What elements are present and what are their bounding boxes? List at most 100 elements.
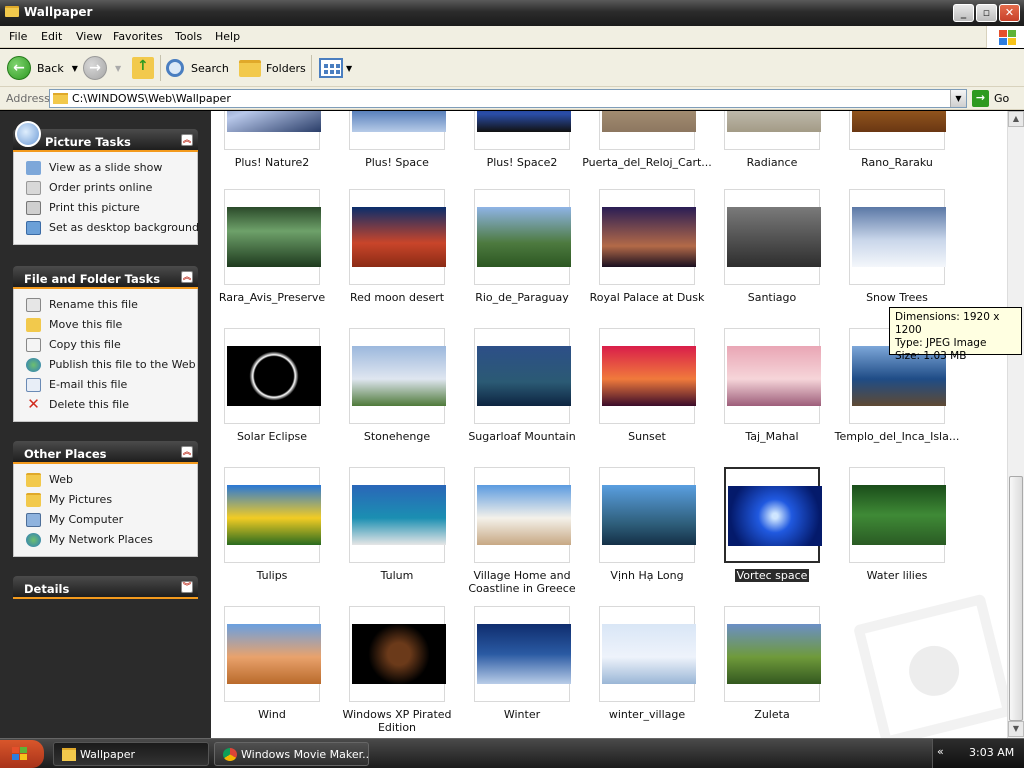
thumbnail-caption[interactable]: Winter [457,708,587,721]
thumbnail[interactable] [724,189,821,285]
thumbnail-caption[interactable]: Tulum [332,569,462,582]
thumbnail-caption[interactable]: Sunset [582,430,712,443]
menu-tools[interactable]: Tools [175,30,202,43]
thumbnail[interactable] [474,189,571,285]
menu-edit[interactable]: Edit [41,30,62,43]
menu-view[interactable]: View [76,30,102,43]
thumbnail-caption[interactable]: Templo_del_Inca_Isla... [832,430,962,443]
thumbnail[interactable] [599,328,696,424]
minimize-button[interactable]: _ [953,4,974,22]
thumbnail[interactable] [724,111,821,150]
task-order-prints[interactable]: Order prints online [14,178,197,198]
thumbnail-caption[interactable]: Stonehenge [332,430,462,443]
folders-button[interactable]: Folders [239,55,306,81]
menu-help[interactable]: Help [215,30,240,43]
thumbnail-caption[interactable]: Santiago [707,291,837,304]
start-button[interactable] [0,740,44,768]
thumbnail[interactable] [474,606,571,702]
go-button[interactable]: → Go [972,90,1009,107]
back-button[interactable]: ← Back ▼ [7,55,78,81]
thumbnail-caption[interactable]: Vịnh Hạ Long [582,569,712,582]
thumbnail-caption[interactable]: Tulips [211,569,337,582]
up-folder-button[interactable]: ↑ [132,55,154,81]
views-button[interactable]: ▼ [319,55,352,81]
task-email-file[interactable]: E-mail this file [14,375,197,395]
collapse-icon[interactable]: ︽ [181,271,193,283]
thumbnail[interactable] [349,328,446,424]
thumbnail[interactable] [599,606,696,702]
thumbnail[interactable] [349,606,446,702]
thumbnail[interactable] [224,467,321,563]
collapse-icon[interactable]: ︽ [181,446,193,458]
thumbnail-caption[interactable]: Vortec space [707,569,837,582]
task-print-picture[interactable]: Print this picture [14,198,197,218]
place-my-computer[interactable]: My Computer [14,510,197,530]
thumbnail-caption[interactable]: Red moon desert [332,291,462,304]
file-folder-tasks-header[interactable]: File and Folder Tasks ︽ [13,266,198,289]
thumbnail-caption[interactable]: Plus! Space2 [457,156,587,169]
details-header[interactable]: Details ︾ [13,576,198,599]
thumbnail[interactable] [349,467,446,563]
thumbnail[interactable] [724,606,821,702]
thumbnail-caption[interactable]: Snow Trees [832,291,962,304]
thumbnail-caption[interactable]: Village Home and Coastline in Greece [457,569,587,595]
thumbnail-caption[interactable]: Solar Eclipse [211,430,337,443]
thumbnail[interactable] [849,189,946,285]
thumbnail-caption[interactable]: Wind [211,708,337,721]
thumbnail[interactable] [349,189,446,285]
place-web[interactable]: Web [14,470,197,490]
task-set-background[interactable]: Set as desktop background [14,218,199,238]
thumbnail-caption[interactable]: Radiance [707,156,837,169]
thumbnail-caption[interactable]: Windows XP Pirated Edition [332,708,462,734]
thumbnail[interactable] [724,467,822,563]
task-copy-file[interactable]: Copy this file [14,335,197,355]
thumbnail-caption[interactable]: Water lilies [832,569,962,582]
thumbnail[interactable] [474,328,571,424]
thumbnail[interactable] [224,111,321,150]
close-button[interactable]: ✕ [999,4,1020,22]
vertical-scrollbar[interactable]: ▲ ▼ [1007,111,1024,738]
search-button[interactable]: Search [166,55,229,81]
forward-button[interactable]: → ▼ [83,55,121,81]
picture-tasks-header[interactable]: Picture Tasks ︽ [13,121,198,152]
taskbar-window-wallpaper[interactable]: Wallpaper [53,742,209,766]
thumbnail-caption[interactable]: Plus! Space [332,156,462,169]
thumbnail-caption[interactable]: Rara_Avis_Preserve [211,291,337,304]
taskbar-window-movie-maker[interactable]: Windows Movie Maker... [214,742,369,766]
thumbnail-caption[interactable]: Zuleta [707,708,837,721]
menu-favorites[interactable]: Favorites [113,30,163,43]
task-delete-file[interactable]: ✕ Delete this file [14,395,197,415]
thumbnail-caption[interactable]: Rano_Raraku [832,156,962,169]
scroll-up-icon[interactable]: ▲ [1008,111,1024,127]
scroll-thumb[interactable] [1009,476,1023,721]
thumbnail[interactable] [599,111,696,150]
thumbnail[interactable] [224,328,321,424]
expand-icon[interactable]: ︾ [181,581,193,593]
thumbnail-caption[interactable]: Rio_de_Paraguay [457,291,587,304]
thumbnail-caption[interactable]: winter_village [582,708,712,721]
address-dropdown-icon[interactable]: ▼ [950,90,966,107]
place-my-network[interactable]: My Network Places [14,530,197,550]
thumbnail[interactable] [599,189,696,285]
back-dropdown-icon[interactable]: ▼ [72,64,78,73]
task-slide-show[interactable]: View as a slide show [14,158,197,178]
thumbnail[interactable] [724,328,821,424]
task-move-file[interactable]: Move this file [14,315,197,335]
place-my-pictures[interactable]: My Pictures [14,490,197,510]
scroll-down-icon[interactable]: ▼ [1008,721,1024,737]
menu-file[interactable]: File [9,30,27,43]
task-rename-file[interactable]: Rename this file [14,295,197,315]
thumbnail-caption[interactable]: Sugarloaf Mountain [457,430,587,443]
other-places-header[interactable]: Other Places ︽ [13,441,198,464]
thumbnail-caption[interactable]: Plus! Nature2 [211,156,337,169]
collapse-icon[interactable]: ︽ [181,134,193,146]
thumbnail[interactable] [849,111,946,150]
address-input[interactable]: C:\WINDOWS\Web\Wallpaper ▼ [49,89,967,108]
show-hidden-icons-icon[interactable]: « [937,745,944,758]
thumbnail[interactable] [849,467,946,563]
thumbnail[interactable] [224,189,321,285]
forward-dropdown-icon[interactable]: ▼ [115,64,121,73]
thumbnail[interactable] [474,111,571,150]
thumbnail[interactable] [349,111,446,150]
thumbnail-caption[interactable]: Taj_Mahal [707,430,837,443]
